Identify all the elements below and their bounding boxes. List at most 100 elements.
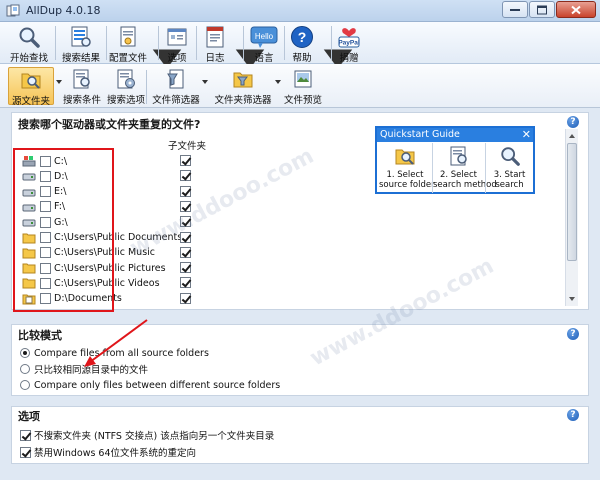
quickstart-step-line: source folder [379, 180, 435, 190]
quickstart-step-line: 3. Start [493, 170, 526, 180]
vertical-scrollbar[interactable] [565, 129, 578, 306]
magnifier-icon [500, 147, 520, 166]
quickstart-step-line: search [495, 180, 524, 190]
filter-toolbar: 源文件夹 搜索条件 搜索选项 文件筛选器 文件夹筛选器 文件预览 [0, 64, 600, 108]
log-icon [206, 26, 224, 48]
option-label: 不搜索文件夹 (NTFS 交接点) 该点指向另一个文件夹目录 [34, 431, 275, 442]
quickstart-guide: Quickstart Guide ✕ 1. Select source fold… [375, 126, 535, 194]
quickstart-step-select-method[interactable]: 2. Select search method [432, 143, 497, 193]
file-preview-icon [294, 70, 312, 88]
start-search-button[interactable]: 开始查找 [6, 24, 52, 64]
folder-magnifier-icon [21, 73, 41, 89]
scroll-up-icon[interactable] [568, 132, 576, 140]
file-preview-label: 文件预览 [283, 95, 322, 106]
options-section-title: 选项 [18, 410, 40, 423]
search-criteria-label: 搜索条件 [62, 95, 101, 106]
language-button[interactable]: Hello 语言 [247, 24, 281, 64]
checkbox[interactable] [20, 429, 31, 441]
search-options-tab[interactable]: 搜索选项 [104, 67, 148, 106]
toolbar-separator [158, 26, 159, 60]
quickstart-step-select-source[interactable]: 1. Select source folder [379, 143, 435, 193]
help-button[interactable]: ? 帮助 [287, 24, 317, 64]
hello-bubble-icon: Hello [250, 26, 278, 48]
minimize-icon [510, 8, 520, 11]
subfolder-checkbox[interactable] [180, 200, 191, 212]
scroll-down-icon[interactable] [568, 295, 576, 303]
search-criteria-tab[interactable]: 搜索条件 [60, 67, 104, 106]
subfolder-checkbox[interactable] [180, 155, 191, 166]
radio-button[interactable] [20, 380, 30, 390]
option-skip-junctions[interactable]: 不搜索文件夹 (NTFS 交接点) 该点指向另一个文件夹目录 [20, 428, 274, 442]
svg-text:PayPal: PayPal [338, 40, 360, 47]
radio-button[interactable] [20, 348, 30, 358]
subfolder-checkbox[interactable] [180, 262, 191, 274]
folder-filter-tab[interactable]: 文件夹筛选器 [210, 67, 276, 106]
option-disable-redirection[interactable]: 禁用Windows 64位文件系统的重定向 [20, 445, 196, 459]
file-filter-icon [167, 69, 184, 89]
annotation-arrow [84, 319, 148, 367]
title-bar: AllDup 4.0.18 [0, 0, 600, 22]
chevron-down-icon[interactable] [274, 78, 282, 86]
toolbar-separator [243, 26, 244, 60]
profile-label: 配置文件 [108, 53, 147, 64]
maximize-icon [537, 5, 547, 14]
compare-option-different-sources[interactable]: Compare only files between different sou… [20, 378, 280, 392]
subfolder-checkbox[interactable] [180, 216, 191, 228]
results-list-icon [71, 26, 91, 47]
toolbar-separator [331, 26, 332, 60]
folder-filter-label: 文件夹筛选器 [214, 95, 272, 106]
quickstart-step-start-search[interactable]: 3. Start search [485, 143, 533, 193]
help-icon[interactable]: ? [567, 409, 579, 421]
profile-button[interactable]: 配置文件 [104, 24, 152, 64]
search-criteria-icon [450, 146, 467, 166]
subfolder-checkbox[interactable] [180, 277, 191, 289]
file-preview-tab[interactable]: 文件预览 [282, 67, 324, 106]
options-button[interactable]: 选项 [162, 24, 192, 64]
highlight-box [13, 148, 114, 312]
source-folders-tab[interactable]: 源文件夹 [8, 67, 54, 107]
quickstart-step-line: 1. Select [386, 170, 424, 180]
app-icon [6, 4, 20, 17]
profile-doc-icon [120, 26, 136, 47]
source-folders-label: 源文件夹 [11, 96, 50, 107]
help-icon[interactable]: ? [567, 328, 579, 340]
log-button[interactable]: 日志 [200, 24, 230, 64]
subfolder-checkbox[interactable] [180, 246, 191, 258]
donate-label: 捐赠 [339, 53, 359, 64]
scroll-thumb[interactable] [567, 143, 577, 261]
help-icon[interactable]: ? [567, 116, 579, 128]
search-options-icon [117, 69, 135, 89]
close-icon[interactable]: ✕ [522, 129, 531, 141]
svg-text:Hello: Hello [255, 32, 274, 41]
toolbar-separator [284, 26, 285, 60]
svg-text:?: ? [298, 29, 307, 45]
subfolder-checkbox[interactable] [180, 170, 191, 182]
toolbar-separator [146, 70, 147, 104]
help-label: 帮助 [292, 53, 312, 64]
paypal-icon: PayPal [338, 28, 360, 48]
start-search-label: 开始查找 [9, 53, 48, 64]
maximize-button[interactable] [529, 1, 555, 18]
checkbox[interactable] [20, 446, 31, 458]
search-results-button[interactable]: 搜索结果 [58, 24, 104, 64]
subfolder-column-header: 子文件夹 [168, 141, 207, 152]
subfolder-checkbox[interactable] [180, 292, 191, 304]
language-label: 语言 [254, 53, 274, 64]
close-button[interactable] [556, 1, 596, 18]
compare-section-title: 比较模式 [18, 329, 62, 342]
folder-magnifier-icon [395, 149, 415, 165]
minimize-button[interactable] [502, 1, 528, 18]
folder-filter-icon [233, 72, 253, 88]
source-section-title: 搜索哪个驱动器或文件夹重复的文件? [18, 118, 201, 131]
donate-button[interactable]: PayPal 捐赠 [334, 24, 364, 64]
log-label: 日志 [205, 53, 225, 64]
search-options-label: 搜索选项 [106, 95, 145, 106]
radio-button[interactable] [20, 364, 30, 374]
file-filter-tab[interactable]: 文件筛选器 [148, 67, 204, 106]
chevron-down-icon[interactable] [201, 78, 209, 86]
subfolder-checkbox[interactable] [180, 231, 191, 243]
file-filter-label: 文件筛选器 [152, 95, 200, 106]
options-icon [167, 28, 187, 46]
subfolder-checkbox[interactable] [180, 185, 191, 197]
main-toolbar: 开始查找 搜索结果 配置文件 选项 日志 Hello 语言 ? 帮助 PayPa… [0, 22, 600, 69]
